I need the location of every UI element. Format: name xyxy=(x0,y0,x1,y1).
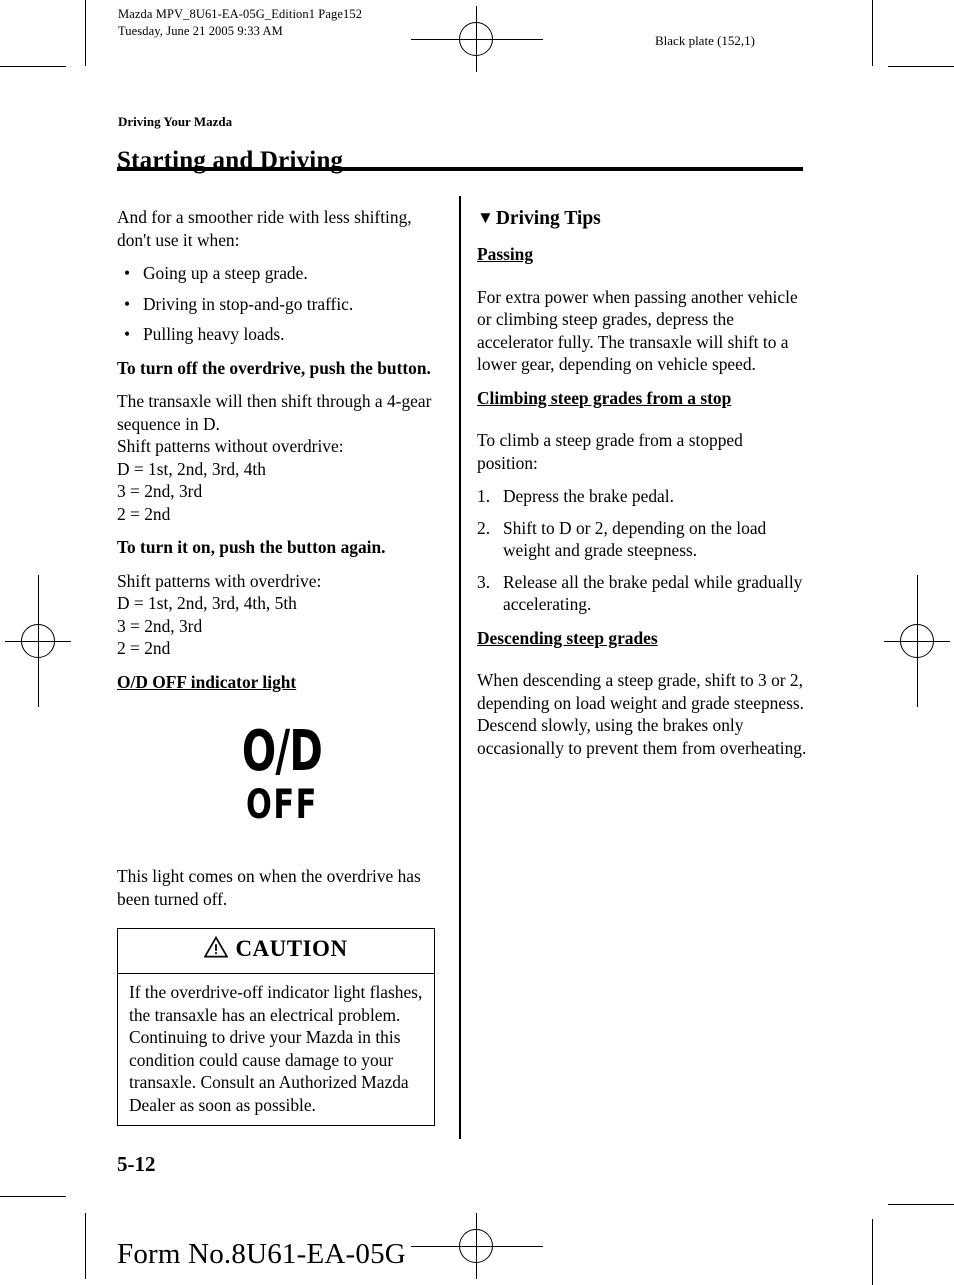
form-number: Form No.8U61-EA-05G xyxy=(117,1238,406,1270)
crop-mark-bottom-left-horizontal xyxy=(0,1196,66,1197)
page-number: 5-12 xyxy=(117,1152,156,1176)
climbing-steps-list: 1. Depress the brake pedal. 2. Shift to … xyxy=(477,485,807,616)
registration-mark-bottom xyxy=(411,1213,543,1279)
step-number: 2. xyxy=(477,517,491,538)
crop-mark-top-left-horizontal xyxy=(0,66,66,67)
list-item-label: Pulling heavy loads. xyxy=(143,324,285,344)
crop-mark-top-right-vertical xyxy=(872,0,873,66)
registration-mark-top xyxy=(411,6,543,72)
heading-climbing-wrap: Climbing steep grades from a stop xyxy=(477,387,807,420)
paragraph-turn-on-overdrive: Shift patterns with overdrive: D = 1st, … xyxy=(117,570,322,659)
crop-mark-top-right-horizontal xyxy=(888,66,954,67)
od-off-indicator-figure: O/D OFF xyxy=(117,719,447,843)
paragraph-descending: When descending a steep grade, shift to … xyxy=(477,670,807,758)
print-slug: Mazda MPV_8U61-EA-05G_Edition1 Page152 T… xyxy=(118,7,363,38)
step-text: Release all the brake pedal while gradua… xyxy=(503,571,803,615)
registration-mark-left xyxy=(5,575,71,707)
heading-descending-steep-grades: Descending steep grades xyxy=(477,627,658,648)
paragraph-passing: For extra power when passing another veh… xyxy=(477,286,798,375)
column-divider xyxy=(459,196,461,1139)
driving-tips-heading: ▼ Driving Tips xyxy=(477,206,807,231)
registration-mark-right xyxy=(884,575,950,707)
step-text: Depress the brake pedal. xyxy=(503,486,674,506)
usage-bullet-list: • Going up a steep grade. • Driving in s… xyxy=(117,262,447,346)
crop-mark-bottom-right-horizontal xyxy=(888,1204,954,1205)
bullet-icon: • xyxy=(124,324,131,344)
list-item: • Going up a steep grade. xyxy=(117,262,447,285)
caution-header: CAUTION xyxy=(118,929,434,974)
warning-triangle-icon xyxy=(203,935,229,964)
driving-tips-label: Driving Tips xyxy=(495,208,601,229)
manual-page: Mazda MPV_8U61-EA-05G_Edition1 Page152 T… xyxy=(0,0,954,1285)
heading-climbing-steep-grades: Climbing steep grades from a stop xyxy=(477,387,732,408)
crop-mark-bottom-right-vertical xyxy=(872,1219,873,1285)
heading-passing: Passing xyxy=(477,244,534,264)
crop-mark-top-left-vertical xyxy=(85,0,86,66)
list-item-label: Driving in stop-and-go traffic. xyxy=(143,293,354,314)
paragraph-indicator-explanation: This light comes on when the overdrive h… xyxy=(117,866,421,909)
list-item: 2. Shift to D or 2, depending on the loa… xyxy=(477,517,807,562)
step-text: Shift to D or 2, depending on the load w… xyxy=(503,517,767,561)
caution-title: CAUTION xyxy=(235,936,348,961)
paragraph-turn-off-overdrive: The transaxle will then shift through a … xyxy=(117,391,432,524)
list-item: • Pulling heavy loads. xyxy=(117,323,447,346)
title-rule xyxy=(117,167,803,171)
caution-body: If the overdrive-off indicator light fla… xyxy=(129,982,423,1115)
list-item: 1. Depress the brake pedal. xyxy=(477,485,807,508)
bullet-icon: • xyxy=(124,263,131,283)
step-number: 1. xyxy=(477,486,491,506)
heading-od-off-indicator-wrap: O/D OFF indicator light xyxy=(117,671,447,704)
intro-paragraph: And for a smoother ride with less shifti… xyxy=(117,207,412,250)
list-item: 3. Release all the brake pedal while gra… xyxy=(477,571,807,616)
step-number: 3. xyxy=(477,571,491,592)
heading-descending-wrap: Descending steep grades xyxy=(477,627,807,660)
black-plate-label: Black plate (152,1) xyxy=(655,33,755,48)
section-eyebrow: Driving Your Mazda xyxy=(118,114,233,129)
right-column: ▼ Driving Tips Passing For extra power wh… xyxy=(477,206,807,770)
od-indicator-line2: OFF xyxy=(246,782,318,828)
bullet-icon: • xyxy=(124,293,131,314)
caution-box: CAUTION If the overdrive-off indicator l… xyxy=(117,928,435,1126)
triangle-down-icon: ▼ xyxy=(477,208,494,227)
crop-mark-bottom-left-vertical xyxy=(85,1213,86,1279)
list-item: • Driving in stop-and-go traffic. xyxy=(117,293,447,316)
heading-od-off-indicator: O/D OFF indicator light xyxy=(117,671,297,692)
od-indicator-line1: O/D xyxy=(241,719,323,784)
list-item-label: Going up a steep grade. xyxy=(143,263,308,283)
left-column: And for a smoother ride with less shifti… xyxy=(117,206,447,1126)
heading-turn-off-overdrive: To turn off the overdrive, push the butt… xyxy=(117,357,431,378)
heading-turn-on-overdrive: To turn it on, push the button again. xyxy=(117,537,386,557)
heading-passing-wrap: Passing xyxy=(477,243,807,276)
paragraph-climbing-intro: To climb a steep grade from a stopped po… xyxy=(477,430,743,473)
